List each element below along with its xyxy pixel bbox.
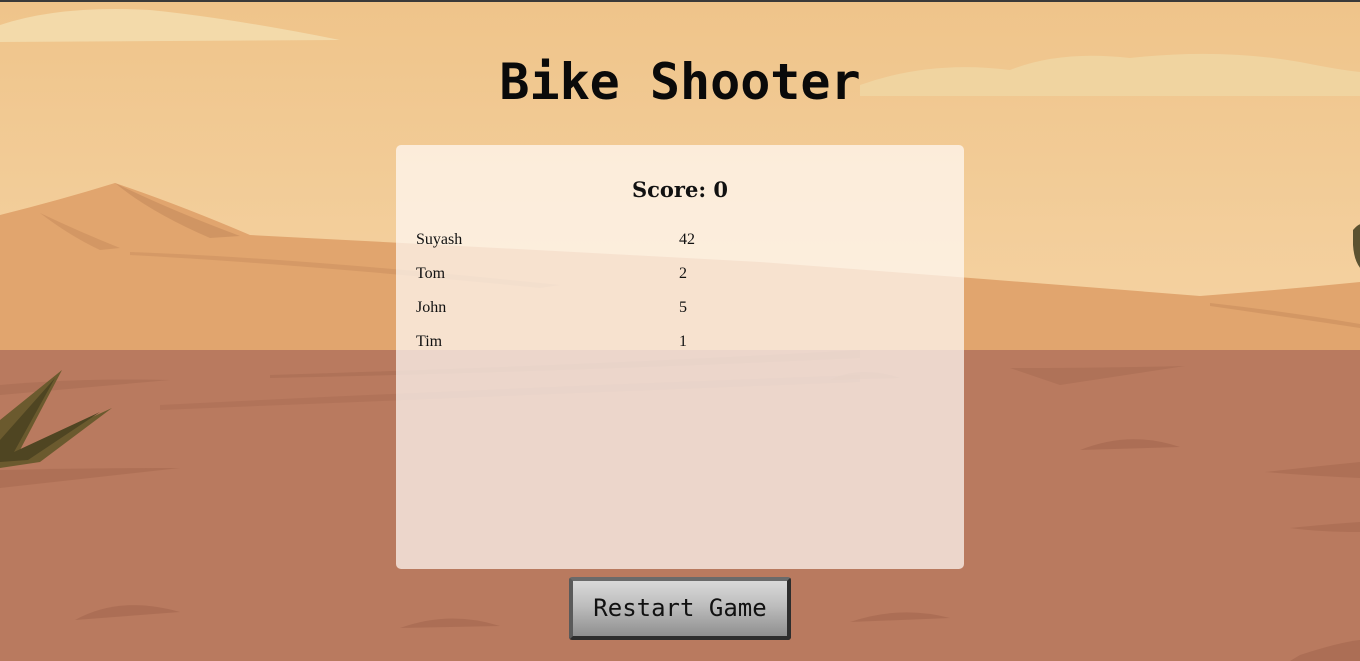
- player-name: Tom: [416, 265, 446, 282]
- player-name: John: [416, 299, 447, 316]
- restart-game-button[interactable]: Restart Game: [569, 577, 791, 640]
- leaderboard-list: Suyash 42 Tom 2 John 5 Tim 1: [416, 229, 944, 365]
- leaderboard-row: John 5: [416, 297, 944, 331]
- scoreboard-panel: Score: 0 Suyash 42 Tom 2 John 5 Tim 1: [396, 145, 964, 569]
- player-score: 42: [679, 231, 695, 248]
- current-score: Score: 0: [631, 177, 729, 202]
- player-score: 2: [679, 265, 687, 282]
- leaderboard-row: Tim 1: [416, 331, 944, 365]
- player-name: Tim: [416, 333, 443, 350]
- player-score: 1: [679, 333, 687, 350]
- top-border: [0, 0, 1360, 2]
- leaderboard-row: Tom 2: [416, 263, 944, 297]
- game-title: Bike Shooter: [499, 53, 861, 111]
- player-score: 5: [679, 299, 687, 316]
- player-name: Suyash: [416, 231, 463, 248]
- leaderboard-row: Suyash 42: [416, 229, 944, 263]
